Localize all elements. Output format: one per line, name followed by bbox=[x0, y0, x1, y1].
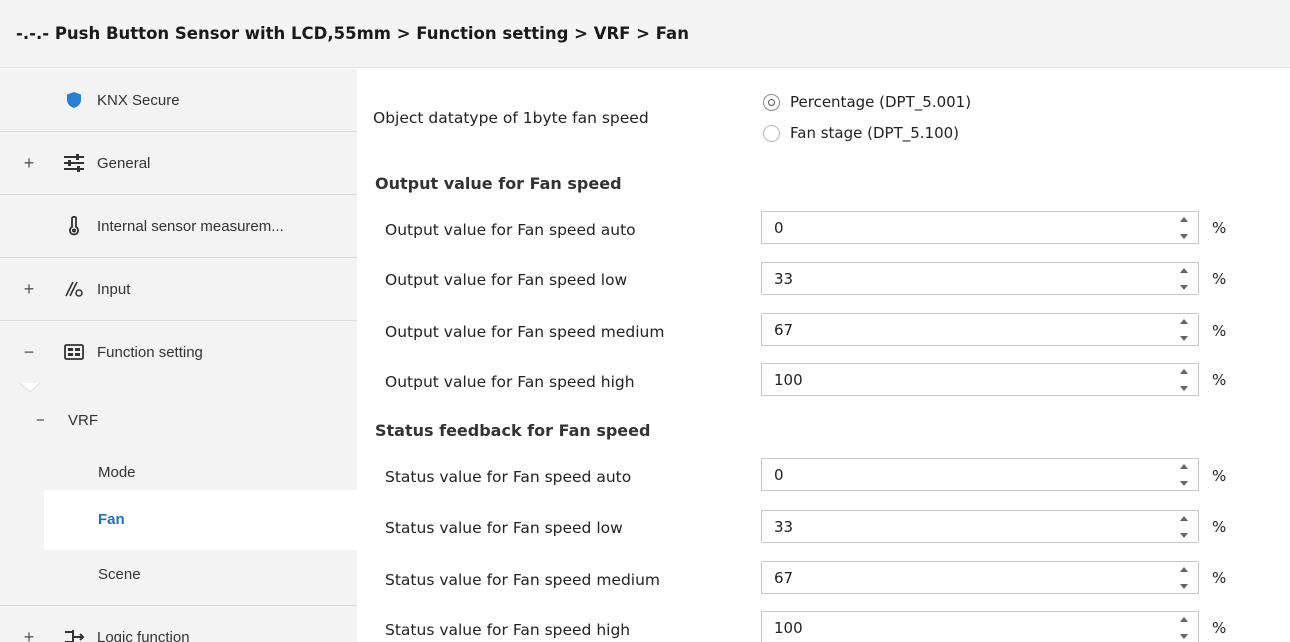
datatype-label: Object datatype of 1byte fan speed bbox=[373, 109, 649, 127]
sidebar-item-label: Input bbox=[97, 281, 131, 298]
unit-label: % bbox=[1212, 219, 1227, 237]
sidebar-expander bbox=[22, 195, 36, 258]
parameter-panel: Object datatype of 1byte fan speed Perce… bbox=[357, 69, 1290, 642]
shield-icon bbox=[62, 89, 86, 111]
input-icon bbox=[62, 278, 86, 300]
row-label: Output value for Fan speed medium bbox=[385, 323, 665, 341]
expand-icon[interactable]: + bbox=[22, 132, 36, 195]
radio-unselected-icon[interactable] bbox=[763, 124, 780, 142]
spin-arrows-icon[interactable] bbox=[1178, 217, 1190, 239]
spin-arrows-icon[interactable] bbox=[1178, 567, 1190, 589]
status-high-spinbox[interactable] bbox=[761, 611, 1199, 642]
unit-label: % bbox=[1212, 371, 1227, 389]
sidebar-item-label: Scene bbox=[98, 566, 141, 583]
spin-arrows-icon[interactable] bbox=[1178, 516, 1190, 538]
sidebar-item-logic-function[interactable]: + Logic function bbox=[0, 606, 357, 642]
sidebar-item-knx-secure[interactable]: KNX Secure bbox=[0, 69, 357, 132]
row-label: Output value for Fan speed auto bbox=[385, 221, 636, 239]
sidebar: KNX Secure + General Internal sensor mea… bbox=[0, 69, 357, 642]
grid-icon bbox=[62, 341, 86, 363]
sidebar-item-fan[interactable]: Fan bbox=[44, 490, 357, 550]
spin-arrows-icon[interactable] bbox=[1178, 617, 1190, 639]
sidebar-item-label: Internal sensor measurem... bbox=[97, 218, 284, 235]
sidebar-item-label: General bbox=[97, 155, 151, 172]
row-label: Output value for Fan speed low bbox=[385, 271, 628, 289]
collapse-icon[interactable]: − bbox=[22, 321, 36, 384]
sidebar-item-scene[interactable]: Scene bbox=[0, 543, 357, 606]
spin-arrows-icon[interactable] bbox=[1178, 268, 1190, 290]
sidebar-item-label: Fan bbox=[98, 511, 125, 528]
sidebar-expander bbox=[22, 69, 36, 132]
output-high-spinbox[interactable] bbox=[761, 363, 1199, 396]
value-input[interactable] bbox=[762, 364, 1162, 395]
unit-label: % bbox=[1212, 619, 1227, 637]
radio-label: Percentage (DPT_5.001) bbox=[790, 93, 972, 111]
row-label: Status value for Fan speed low bbox=[385, 519, 623, 537]
sliders-icon bbox=[62, 152, 86, 174]
breadcrumb-title: -.-.- Push Button Sensor with LCD,55mm >… bbox=[0, 0, 1290, 68]
unit-label: % bbox=[1212, 270, 1227, 288]
status-medium-spinbox[interactable] bbox=[761, 561, 1199, 594]
sidebar-item-label: KNX Secure bbox=[97, 92, 180, 109]
sidebar-item-function-setting[interactable]: − Function setting bbox=[0, 321, 357, 384]
value-input[interactable] bbox=[762, 314, 1162, 345]
value-input[interactable] bbox=[762, 562, 1162, 593]
logic-icon bbox=[62, 626, 86, 642]
radio-label: Fan stage (DPT_5.100) bbox=[790, 124, 960, 142]
thermometer-icon bbox=[62, 215, 86, 237]
unit-label: % bbox=[1212, 467, 1227, 485]
value-input[interactable] bbox=[762, 263, 1162, 294]
sidebar-item-internal-sensor[interactable]: Internal sensor measurem... bbox=[0, 195, 357, 258]
value-input[interactable] bbox=[762, 612, 1162, 642]
unit-label: % bbox=[1212, 518, 1227, 536]
spin-arrows-icon[interactable] bbox=[1178, 369, 1190, 391]
row-label: Output value for Fan speed high bbox=[385, 373, 635, 391]
status-low-spinbox[interactable] bbox=[761, 510, 1199, 543]
row-label: Status value for Fan speed auto bbox=[385, 468, 632, 486]
sidebar-item-label: Function setting bbox=[97, 344, 203, 361]
spin-arrows-icon[interactable] bbox=[1178, 319, 1190, 341]
expand-icon[interactable]: + bbox=[22, 258, 36, 321]
sidebar-item-input[interactable]: + Input bbox=[0, 258, 357, 321]
expand-icon[interactable]: + bbox=[22, 606, 36, 642]
row-label: Status value for Fan speed medium bbox=[385, 571, 661, 589]
sidebar-item-general[interactable]: + General bbox=[0, 132, 357, 195]
unit-label: % bbox=[1212, 569, 1227, 587]
value-input[interactable] bbox=[762, 212, 1162, 243]
radio-percentage[interactable]: Percentage (DPT_5.001) bbox=[763, 93, 971, 111]
value-input[interactable] bbox=[762, 459, 1162, 490]
section-title-status: Status feedback for Fan speed bbox=[375, 421, 651, 440]
sidebar-item-label: Logic function bbox=[97, 629, 190, 642]
radio-selected-icon[interactable] bbox=[763, 93, 780, 111]
radio-fan-stage[interactable]: Fan stage (DPT_5.100) bbox=[763, 124, 959, 142]
section-title-output: Output value for Fan speed bbox=[375, 174, 622, 193]
output-auto-spinbox[interactable] bbox=[761, 211, 1199, 244]
status-auto-spinbox[interactable] bbox=[761, 458, 1199, 491]
unit-label: % bbox=[1212, 322, 1227, 340]
output-medium-spinbox[interactable] bbox=[761, 313, 1199, 346]
spin-arrows-icon[interactable] bbox=[1178, 464, 1190, 486]
output-low-spinbox[interactable] bbox=[761, 262, 1199, 295]
row-label: Status value for Fan speed high bbox=[385, 621, 631, 639]
value-input[interactable] bbox=[762, 511, 1162, 542]
